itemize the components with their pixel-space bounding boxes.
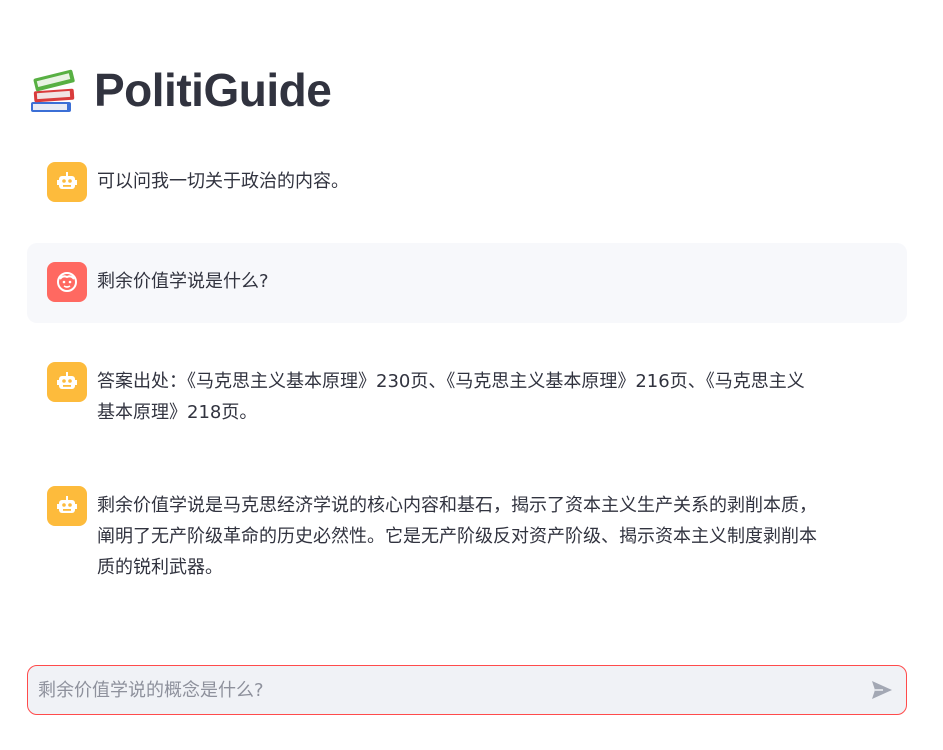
message-text: 剩余价值学说是什么? (97, 271, 269, 292)
chat-app: PolitiGuide 可以问我一切关于政治的内容。 剩余价值学说是什么? 答案… (0, 0, 943, 750)
chat-message-assistant: 可以问我一切关于政治的内容。 (27, 162, 907, 202)
chat-input[interactable] (28, 666, 858, 714)
robot-icon (47, 486, 87, 526)
app-title: PolitiGuide (94, 64, 332, 116)
books-icon (31, 69, 75, 112)
send-icon (872, 681, 892, 699)
chat-message-assistant: 答案出处：《马克思主义基本原理》230页、《马克思主义基本原理》216页、《马克… (27, 362, 907, 428)
user-face-icon (47, 262, 87, 302)
message-text: 剩余价值学说是马克思经济学说的核心内容和基石，揭示了资本主义生产关系的剥削本质，… (97, 495, 817, 578)
message-text: 可以问我一切关于政治的内容。 (97, 171, 349, 192)
robot-icon (47, 362, 87, 402)
chat-input-container (27, 665, 907, 715)
robot-icon (47, 162, 87, 202)
app-header: PolitiGuide (28, 58, 332, 122)
send-button[interactable] (858, 666, 906, 714)
chat-message-user: 剩余价值学说是什么? (27, 243, 907, 323)
chat-message-assistant: 剩余价值学说是马克思经济学说的核心内容和基石，揭示了资本主义生产关系的剥削本质，… (27, 486, 907, 583)
message-text: 答案出处：《马克思主义基本原理》230页、《马克思主义基本原理》216页、《马克… (97, 371, 805, 423)
